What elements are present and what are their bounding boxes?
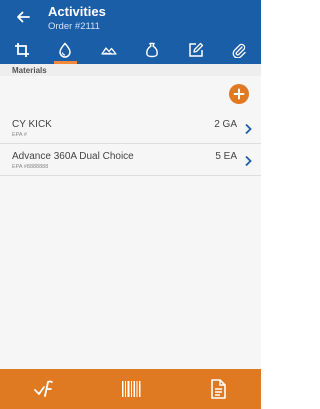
- chevron-right-icon: [245, 155, 252, 167]
- document-icon: [210, 379, 226, 399]
- materials-list: CY KICK EPA # 2 GA Advance 360A Dual Cho…: [0, 76, 261, 369]
- check-flag-icon: [33, 380, 53, 397]
- material-epa: EPA #8888888: [12, 164, 49, 170]
- tab-bag[interactable]: [131, 36, 175, 64]
- barcode-icon: [121, 381, 140, 397]
- material-row[interactable]: Advance 360A Dual Choice EPA #8888888 5 …: [0, 146, 261, 176]
- material-quantity: 5 EA: [215, 151, 237, 162]
- material-name: CY KICK: [12, 119, 52, 130]
- scan-barcode-button[interactable]: [87, 369, 174, 409]
- material-quantity: 2 GA: [214, 119, 237, 130]
- edit-icon: [189, 42, 203, 57]
- order-number: Order #2111: [48, 21, 100, 32]
- complete-activity-button[interactable]: [0, 369, 87, 409]
- bottom-action-bar: [0, 369, 261, 409]
- page-title: Activities: [48, 4, 106, 19]
- back-arrow-icon[interactable]: [14, 8, 32, 26]
- chevron-right-icon: [245, 123, 252, 135]
- material-name: Advance 360A Dual Choice: [12, 151, 134, 162]
- activity-tabs: [0, 36, 261, 64]
- terrain-icon: [101, 47, 117, 55]
- tab-attachment[interactable]: [218, 36, 262, 64]
- app-screen: Activities Order #2111 Materials CY KICK…: [0, 0, 261, 409]
- tab-edit[interactable]: [174, 36, 218, 64]
- tab-crop[interactable]: [0, 36, 44, 64]
- material-row[interactable]: CY KICK EPA # 2 GA: [0, 114, 261, 144]
- document-button[interactable]: [174, 369, 261, 409]
- attachment-icon: [232, 43, 246, 58]
- bag-icon: [146, 42, 159, 58]
- crop-icon: [14, 43, 29, 57]
- section-header-materials: Materials: [0, 64, 261, 76]
- plus-icon: [233, 88, 245, 100]
- material-epa: EPA #: [12, 132, 27, 138]
- tab-terrain[interactable]: [87, 36, 131, 64]
- tab-droplet[interactable]: [44, 36, 88, 64]
- app-header: Activities Order #2111: [0, 0, 261, 64]
- add-material-button[interactable]: [229, 84, 249, 104]
- droplet-icon: [59, 42, 72, 58]
